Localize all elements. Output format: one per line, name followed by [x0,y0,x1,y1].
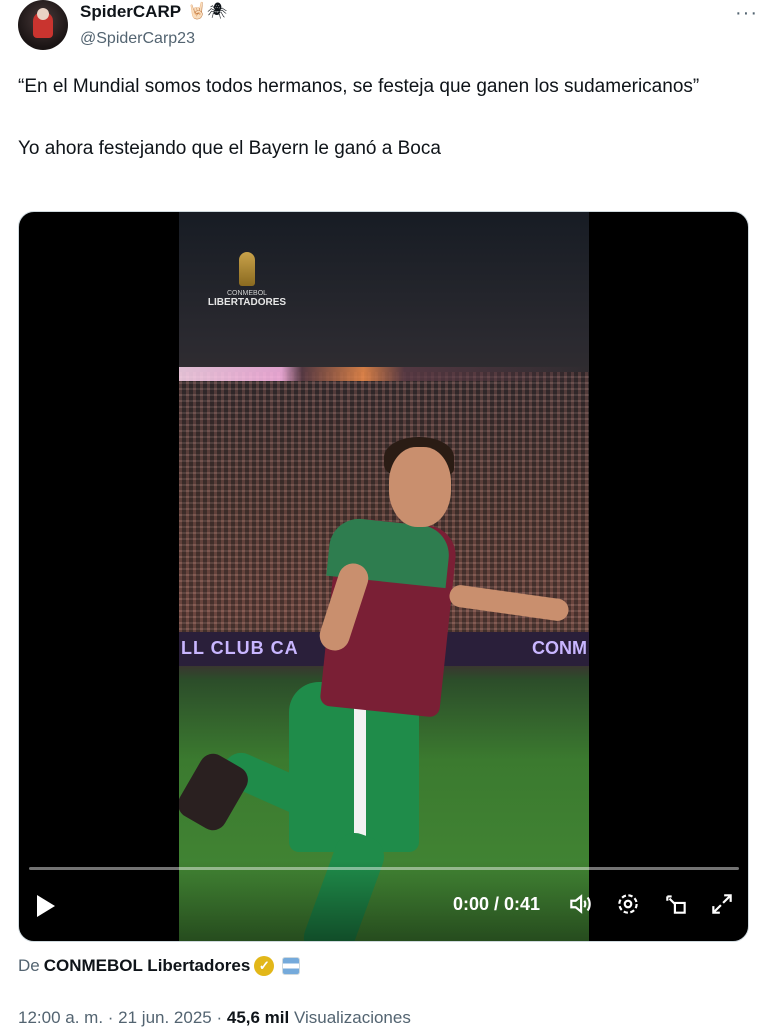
user-handle[interactable]: @SpiderCarp23 [80,30,195,48]
head [389,447,451,527]
right-arm [448,583,570,623]
more-options-icon[interactable]: ··· [735,2,758,25]
video-time: 0:00 / 0:41 [453,894,541,914]
affiliate-flag-icon[interactable] [282,957,301,975]
tweet-meta: 12:00 a. m. · 21 jun. 2025 · 45,6 mil Vi… [18,1008,411,1027]
tweet-header: SpiderCARP 🤘🏻🕷 @SpiderCarp23 ··· [18,0,758,62]
avatar-face [37,8,49,20]
pants-stripe [354,692,366,852]
name-row: SpiderCARP 🤘🏻🕷 [80,2,227,22]
timestamp[interactable]: 12:00 a. m. · 21 jun. 2025 · [18,1008,222,1027]
tweet-paragraph-1: “En el Mundial somos todos hermanos, se … [18,76,700,97]
video-source: De CONMEBOL Libertadores ✓ [18,956,301,976]
play-icon[interactable] [37,895,55,917]
video-player[interactable]: LL CLUB CA CONM CONMEBOL LIBERTADORES 0: [18,211,749,942]
avatar[interactable] [18,0,68,50]
display-name[interactable]: SpiderCARP [80,2,181,22]
source-prefix: De [18,956,40,975]
tweet-text: “En el Mundial somos todos hermanos, se … [18,72,748,164]
video-controls: 0:00 / 0:41 [19,861,748,941]
volume-icon[interactable] [567,891,593,917]
fullscreen-icon[interactable] [709,891,735,917]
picture-in-picture-icon[interactable] [663,891,689,917]
video-frame: LL CLUB CA CONM CONMEBOL LIBERTADORES [179,212,589,941]
tweet-paragraph-2: Yo ahora festejando que el Bayern le gan… [18,138,441,159]
source-name[interactable]: CONMEBOL Libertadores [44,956,251,976]
verified-badge-icon: ✓ [254,956,275,976]
views-count: 45,6 mil [226,1008,290,1027]
name-emojis: 🤘🏻🕷 [187,3,228,20]
celebrating-coach [179,212,589,941]
views-label: Visualizaciones [293,1008,411,1027]
progress-bar[interactable] [29,867,739,870]
settings-gear-icon[interactable] [615,891,641,917]
